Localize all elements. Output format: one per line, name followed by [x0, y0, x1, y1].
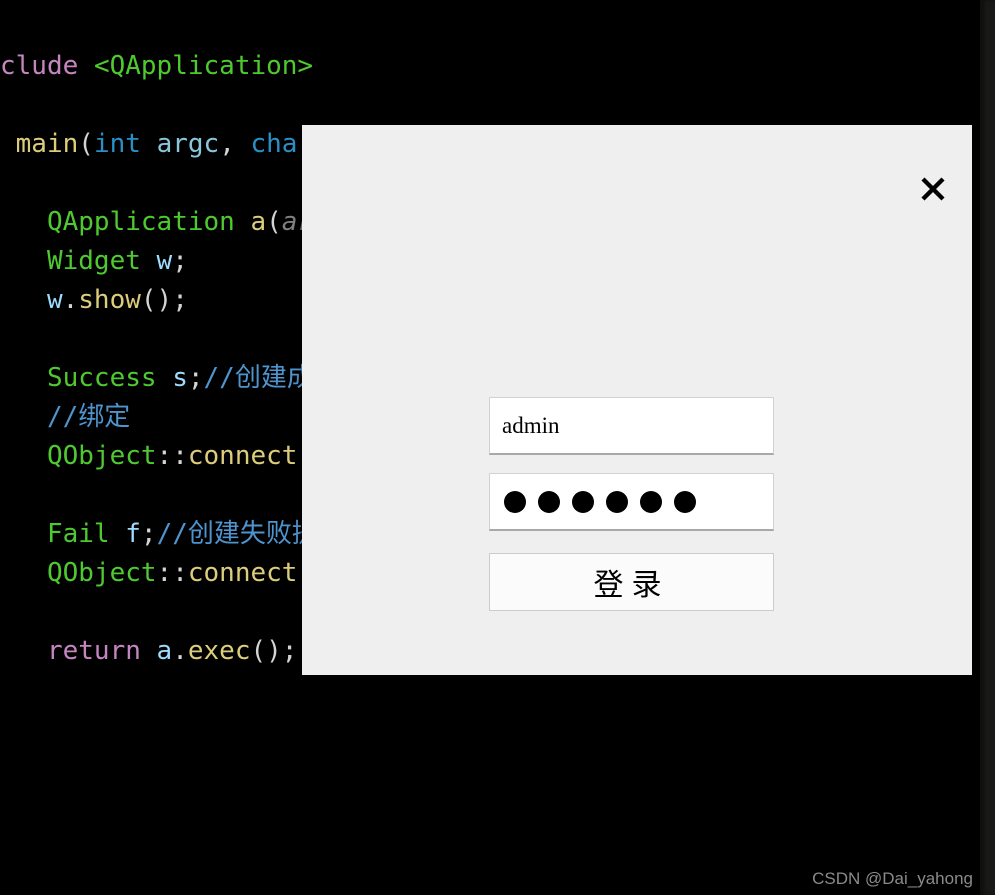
- password-dot: [640, 491, 662, 513]
- login-dialog: 登录: [302, 125, 972, 675]
- password-dot: [674, 491, 696, 513]
- password-dot: [504, 491, 526, 513]
- header-name: <QApplication>: [94, 51, 313, 81]
- password-dot: [606, 491, 628, 513]
- username-input[interactable]: [489, 397, 774, 455]
- preproc-include: clude: [0, 51, 78, 81]
- watermark: CSDN @Dai_yahong: [812, 869, 973, 889]
- password-input[interactable]: [489, 473, 774, 531]
- close-icon: [918, 174, 948, 204]
- func-main: main: [16, 129, 79, 159]
- password-dot: [538, 491, 560, 513]
- close-button[interactable]: [917, 173, 949, 205]
- login-button[interactable]: 登录: [489, 553, 774, 611]
- scrollbar[interactable]: [980, 0, 995, 895]
- password-dot: [572, 491, 594, 513]
